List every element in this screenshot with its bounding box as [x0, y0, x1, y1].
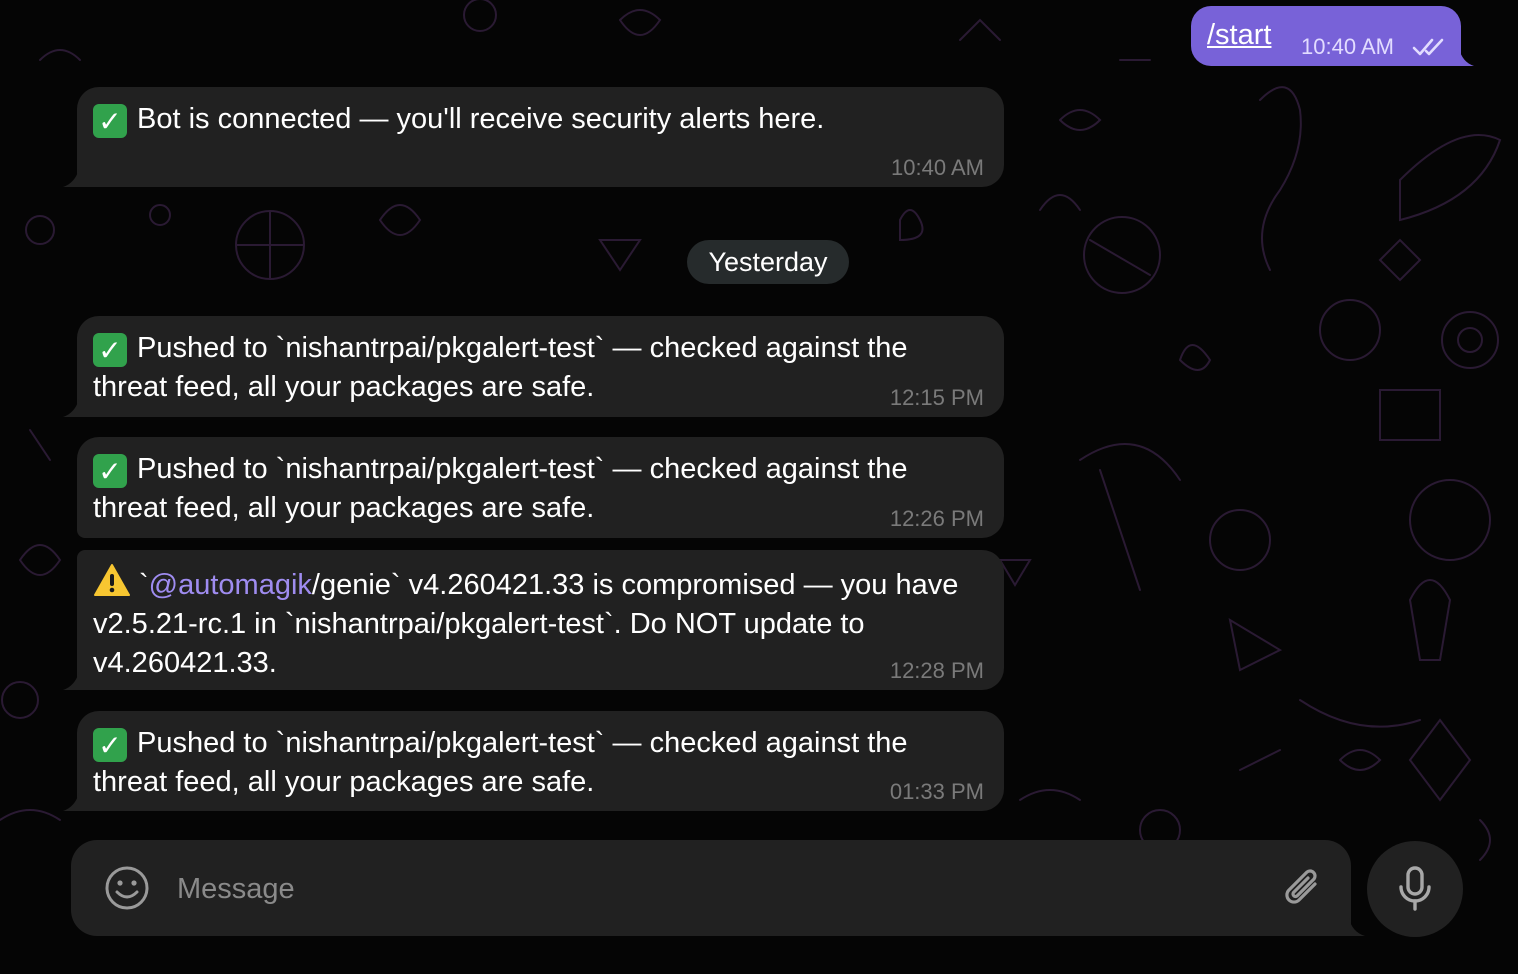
check-mark-icon: ✓	[93, 104, 127, 138]
chat-area: /start 10:40 AM ✓ Bot is connected — you'…	[0, 0, 1518, 974]
warning-icon	[94, 564, 130, 596]
check-mark-icon: ✓	[93, 333, 127, 367]
incoming-message-bubble[interactable]: `@automagik/genie` v4.260421.33 is compr…	[77, 550, 1004, 690]
message-text: ✓ Bot is connected — you'll receive secur…	[93, 100, 984, 139]
mention-link[interactable]: @automagik	[149, 569, 312, 601]
start-command-link[interactable]: /start	[1207, 18, 1271, 52]
message-body-pre: `	[139, 569, 149, 601]
message-text: ✓ Pushed to `nishantrpai/pkgalert-test` —…	[93, 329, 984, 407]
double-check-icon	[1412, 38, 1444, 56]
message-text: ✓ Pushed to `nishantrpai/pkgalert-test` —…	[93, 450, 984, 528]
message-body: Pushed to `nishantrpai/pkgalert-test` — …	[93, 727, 908, 798]
message-body: Pushed to `nishantrpai/pkgalert-test` — …	[93, 332, 908, 403]
message-body: Bot is connected — you'll receive securi…	[137, 103, 825, 135]
message-timestamp: 10:40 AM	[1301, 34, 1394, 59]
date-separator[interactable]: Yesterday	[687, 240, 849, 284]
incoming-message-bubble[interactable]: ✓ Pushed to `nishantrpai/pkgalert-test` —…	[77, 711, 1004, 811]
message-timestamp: 12:28 PM	[889, 658, 984, 683]
incoming-message-bubble[interactable]: ✓ Pushed to `nishantrpai/pkgalert-test` —…	[77, 316, 1004, 417]
message-timestamp: 01:33 PM	[889, 779, 984, 804]
message-timestamp: 10:40 AM	[891, 155, 984, 180]
check-mark-icon: ✓	[93, 728, 127, 762]
message-text: ✓ Pushed to `nishantrpai/pkgalert-test` —…	[93, 724, 984, 802]
message-timestamp: 12:26 PM	[889, 506, 984, 531]
message-timestamp: 12:15 PM	[889, 385, 984, 410]
microphone-icon	[1399, 866, 1431, 911]
outgoing-message-bubble[interactable]: /start 10:40 AM	[1191, 6, 1461, 66]
voice-record-button[interactable]	[1367, 841, 1463, 937]
smiley-icon[interactable]	[103, 864, 151, 912]
check-mark-icon: ✓	[93, 454, 127, 488]
message-text: `@automagik/genie` v4.260421.33 is compr…	[93, 563, 984, 683]
incoming-message-bubble[interactable]: ✓ Bot is connected — you'll receive secur…	[77, 87, 1004, 187]
paperclip-icon[interactable]	[1281, 864, 1325, 912]
message-composer	[71, 840, 1351, 936]
incoming-message-bubble[interactable]: ✓ Pushed to `nishantrpai/pkgalert-test` —…	[77, 437, 1004, 538]
message-body: Pushed to `nishantrpai/pkgalert-test` — …	[93, 453, 908, 524]
message-input[interactable]	[175, 864, 1259, 914]
